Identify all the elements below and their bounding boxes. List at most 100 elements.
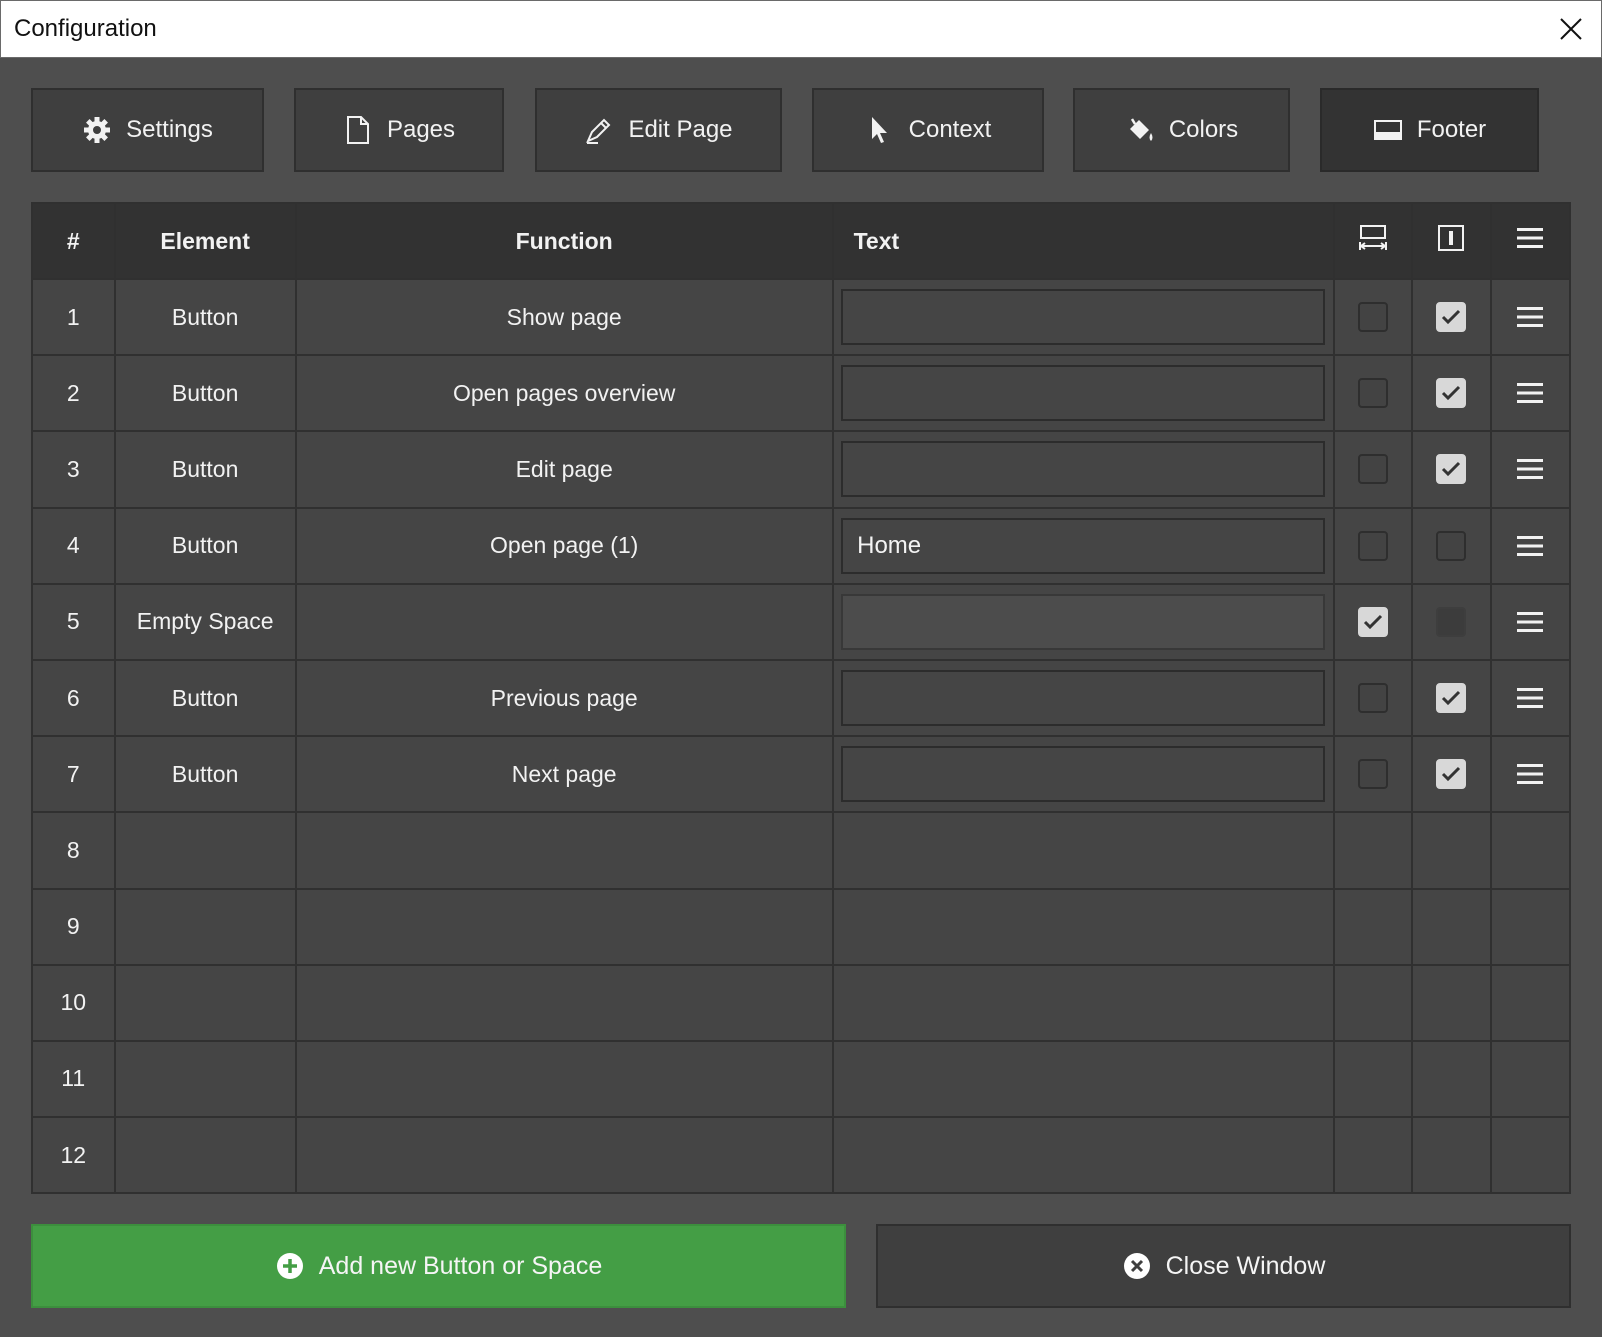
menu-icon (1517, 228, 1544, 248)
tab-bar: Settings Pages Edit Page Context Colors … (0, 88, 1602, 172)
row-show-text-cell (1411, 354, 1492, 433)
row-element: Button (113, 506, 297, 585)
stretch-checkbox[interactable] (1357, 606, 1388, 637)
row-menu-cell (1489, 658, 1572, 738)
empty-cell (1411, 963, 1492, 1042)
empty-cell (1332, 963, 1414, 1042)
tab-context[interactable]: Context (812, 88, 1044, 172)
table-row[interactable]: 3 Button Edit page (31, 430, 1572, 509)
row-function: Open pages overview (294, 354, 834, 433)
empty-cell (831, 887, 1335, 966)
empty-cell (1332, 1116, 1414, 1195)
table-row[interactable]: 6 Button Previous page (31, 658, 1572, 738)
add-button-or-space-button[interactable]: Add new Button or Space (31, 1224, 846, 1308)
empty-cell (113, 887, 297, 966)
empty-cell (1489, 887, 1572, 966)
stretch-checkbox[interactable] (1357, 530, 1388, 561)
row-show-text-cell (1411, 658, 1492, 738)
pen-icon (584, 115, 614, 145)
row-menu-cell (1489, 735, 1572, 814)
row-menu-icon[interactable] (1516, 686, 1544, 710)
row-number: 1 (31, 277, 116, 357)
row-text-input[interactable] (841, 517, 1326, 574)
stretch-checkbox[interactable] (1357, 378, 1388, 409)
row-text-input[interactable] (841, 365, 1326, 422)
table-row[interactable]: 2 Button Open pages overview (31, 354, 1572, 433)
empty-cell (294, 811, 834, 890)
row-text-input[interactable] (841, 593, 1326, 650)
header-text: Text (831, 202, 1335, 280)
show-text-checkbox[interactable] (1436, 378, 1467, 409)
show-text-checkbox[interactable] (1436, 683, 1467, 714)
table-row-empty: 9 (31, 887, 1572, 966)
close-circle-icon (1122, 1251, 1152, 1281)
row-menu-cell (1489, 277, 1572, 357)
show-text-checkbox[interactable] (1436, 454, 1467, 485)
table-row-empty: 8 (31, 811, 1572, 890)
row-number: 2 (31, 354, 116, 433)
table-row-empty: 10 (31, 963, 1572, 1042)
row-menu-icon[interactable] (1516, 762, 1544, 786)
row-number: 11 (31, 1039, 116, 1119)
table-row[interactable]: 1 Button Show page (31, 277, 1572, 357)
stretch-checkbox[interactable] (1357, 759, 1388, 790)
row-menu-icon[interactable] (1516, 610, 1544, 634)
show-text-checkbox[interactable] (1436, 530, 1467, 561)
empty-cell (294, 963, 834, 1042)
empty-cell (1411, 811, 1492, 890)
row-stretch-cell (1332, 277, 1414, 357)
header-number: # (31, 202, 116, 280)
row-text-input[interactable] (841, 670, 1326, 727)
tab-edit-page[interactable]: Edit Page (535, 88, 782, 172)
row-text-cell (831, 582, 1335, 661)
window-title: Configuration (14, 15, 157, 42)
row-stretch-cell (1332, 354, 1414, 433)
row-menu-cell (1489, 506, 1572, 585)
empty-cell (831, 1116, 1335, 1195)
row-stretch-cell (1332, 735, 1414, 814)
tab-settings[interactable]: Settings (31, 88, 264, 172)
text-cursor-icon (1438, 225, 1465, 251)
row-stretch-cell (1332, 582, 1414, 661)
show-text-checkbox[interactable] (1436, 302, 1467, 333)
tab-label: Context (908, 116, 992, 143)
row-number: 8 (31, 811, 116, 890)
add-button-label: Add new Button or Space (318, 1251, 603, 1280)
row-menu-icon[interactable] (1516, 534, 1544, 558)
stretch-checkbox[interactable] (1357, 454, 1388, 485)
empty-cell (831, 1039, 1335, 1119)
empty-cell (1489, 963, 1572, 1042)
window-close-button[interactable] (1541, 1, 1601, 57)
table-row[interactable]: 5 Empty Space (31, 582, 1572, 661)
row-menu-icon[interactable] (1516, 305, 1544, 329)
row-number: 3 (31, 430, 116, 509)
show-text-checkbox[interactable] (1436, 759, 1467, 790)
row-text-cell (831, 658, 1335, 738)
row-number: 10 (31, 963, 116, 1042)
header-show-text (1411, 202, 1492, 280)
stretch-checkbox[interactable] (1357, 683, 1388, 714)
close-window-button[interactable]: Close Window (876, 1224, 1571, 1308)
row-text-input[interactable] (841, 746, 1326, 803)
stretch-checkbox[interactable] (1357, 302, 1388, 333)
row-menu-cell (1489, 354, 1572, 433)
empty-cell (113, 811, 297, 890)
table-row[interactable]: 4 Button Open page (1) (31, 506, 1572, 585)
row-text-cell (831, 506, 1335, 585)
empty-cell (294, 1039, 834, 1119)
row-number: 7 (31, 735, 116, 814)
row-menu-icon[interactable] (1516, 457, 1544, 481)
row-text-input[interactable] (841, 289, 1326, 346)
row-menu-icon[interactable] (1516, 381, 1544, 405)
row-show-text-cell (1411, 735, 1492, 814)
tab-colors[interactable]: Colors (1073, 88, 1290, 172)
tab-footer[interactable]: Footer (1320, 88, 1539, 172)
close-window-label: Close Window (1165, 1251, 1326, 1280)
row-stretch-cell (1332, 658, 1414, 738)
table-row[interactable]: 7 Button Next page (31, 735, 1572, 814)
row-text-input[interactable] (841, 441, 1326, 498)
tab-pages[interactable]: Pages (294, 88, 504, 172)
row-function: Edit page (294, 430, 834, 509)
table-row-empty: 12 (31, 1116, 1572, 1195)
empty-cell (1411, 1039, 1492, 1119)
